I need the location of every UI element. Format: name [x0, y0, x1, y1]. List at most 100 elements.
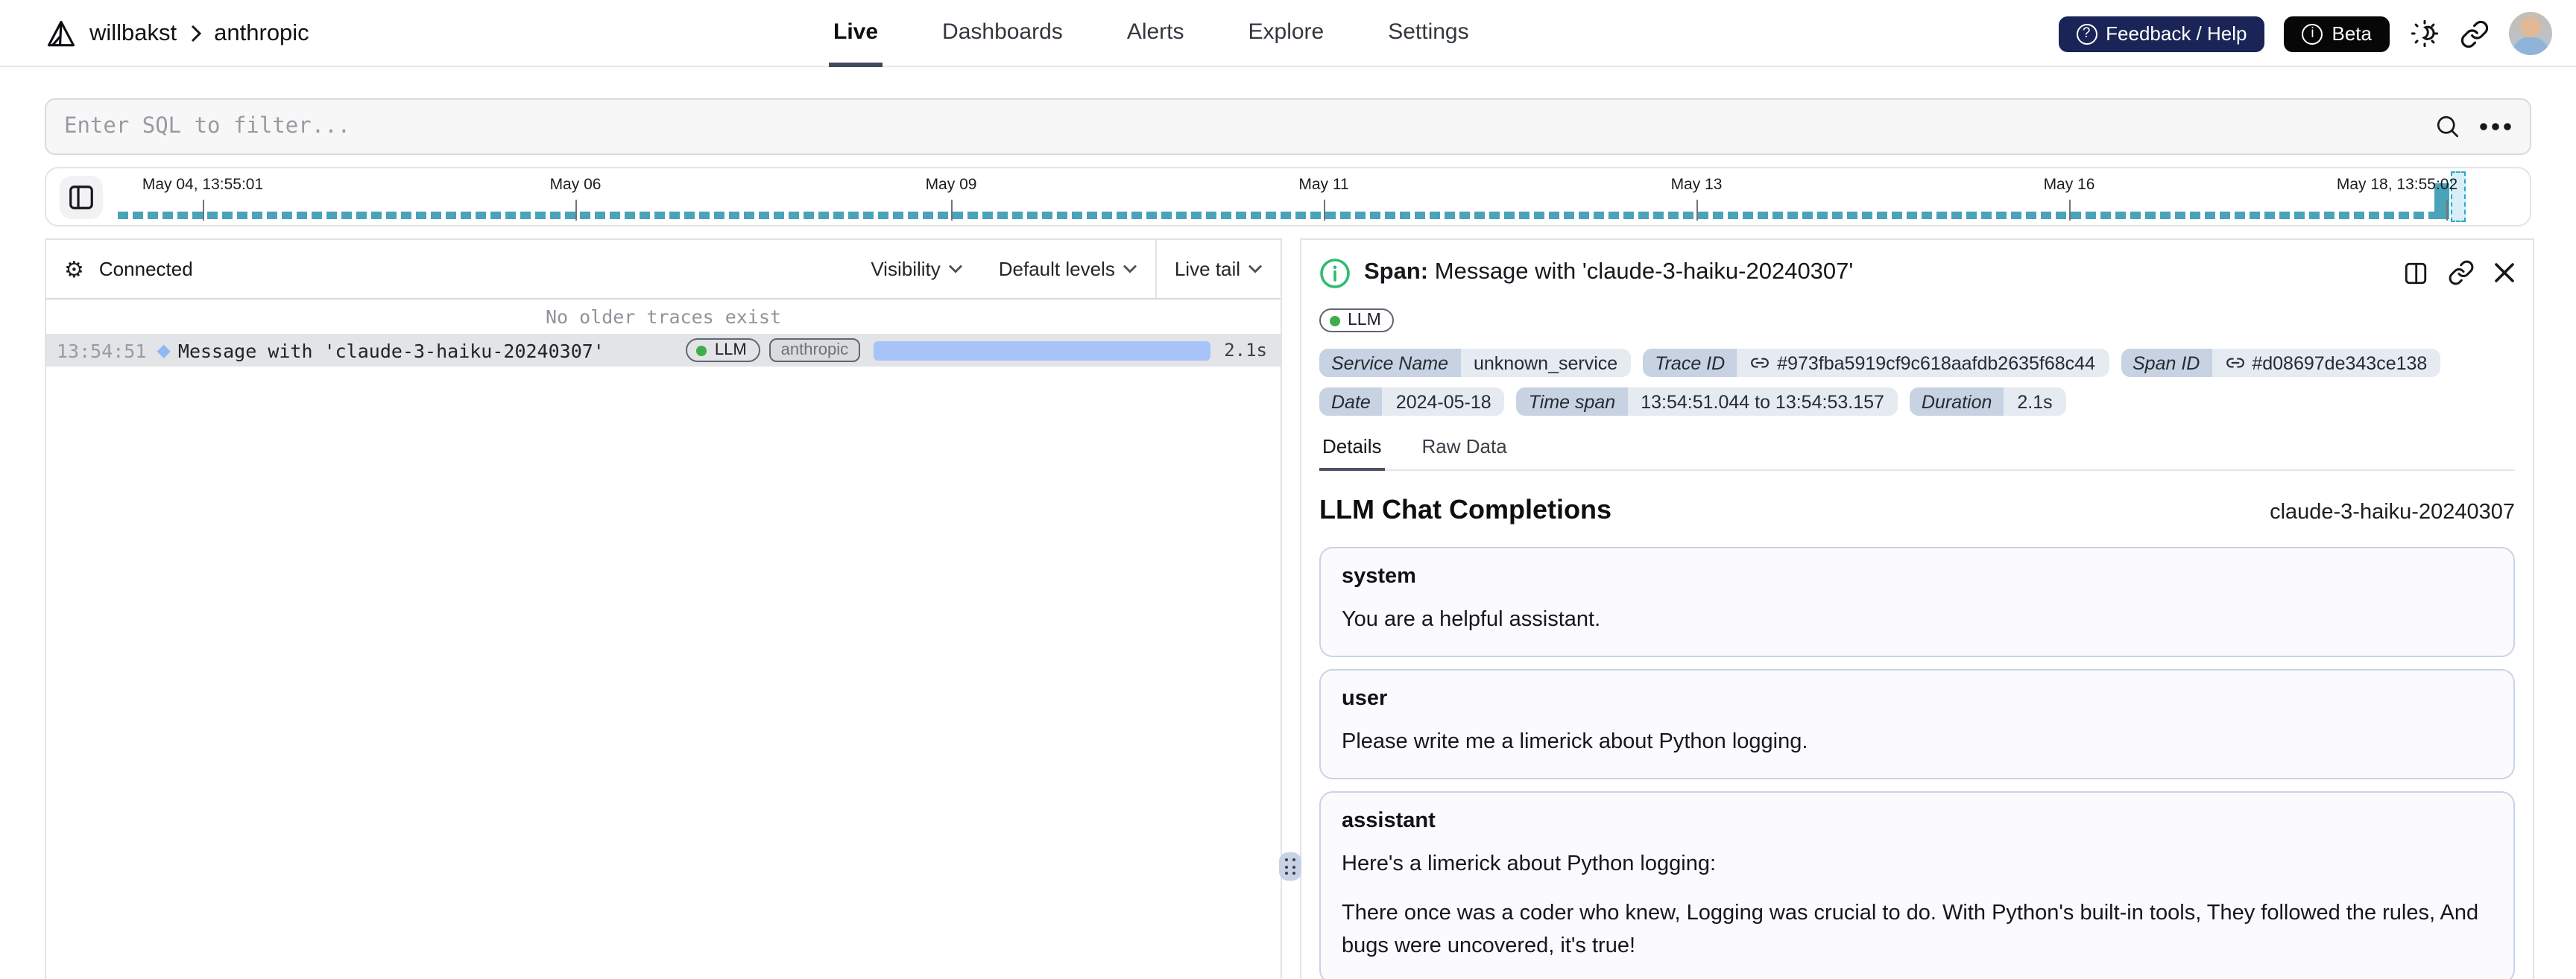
trace-row[interactable]: 13:54:51 ◆ Message with 'claude-3-haiku-… [46, 334, 1281, 367]
span-detail-panel: Span: Message with 'claude-3-haiku-20240… [1300, 238, 2534, 979]
logfire-logo-icon[interactable] [45, 17, 78, 50]
timeline-label: May 11 [1298, 176, 1349, 194]
timeline-tick [1696, 200, 1698, 221]
span-info-icon [1319, 257, 1351, 288]
chevron-down-icon [948, 264, 962, 273]
nav-tab-dashboards[interactable]: Dashboards [938, 0, 1067, 67]
beta-button[interactable]: i Beta [2284, 16, 2390, 51]
message-role: assistant [1342, 808, 1436, 832]
trace-duration-label: 2.1s [1224, 340, 1267, 361]
timeline-tick [2069, 200, 2071, 221]
sql-filter-bar[interactable]: Enter SQL to filter... [45, 98, 2531, 155]
model-name: claude-3-haiku-20240307 [2270, 501, 2515, 525]
green-dot-icon [696, 345, 707, 355]
timeline-label: May 18, 13:55:02 [2336, 176, 2458, 194]
live-tail-label: Live tail [1174, 258, 1240, 280]
breadcrumb: willbakst anthropic [45, 0, 309, 67]
meta-value: #973fba5919cf9c618aafdb2635f68c44 [1777, 352, 2095, 373]
chevron-down-icon [1123, 264, 1137, 273]
link-icon [2226, 358, 2244, 368]
message-text: Here's a limerick about Python logging: [1342, 852, 1717, 875]
breadcrumb-org[interactable]: willbakst [89, 20, 177, 47]
trace-list-header: ⚙ Connected Visibility Default levels Li… [46, 240, 1281, 300]
span-diamond-icon: ◆ [157, 340, 171, 361]
timeline-label: May 04, 13:55:01 [142, 176, 264, 194]
date-badge: Date 2024-05-18 [1319, 387, 1505, 416]
tab-raw-data[interactable]: Raw Data [1419, 435, 1510, 471]
span-title-text: Message with 'claude-3-haiku-20240307' [1434, 259, 1854, 285]
llm-tag: LLM [686, 338, 760, 362]
link-icon [1751, 358, 1770, 368]
app-window: willbakst anthropic Live Dashboards Aler… [0, 0, 2576, 979]
top-bar-actions: ? Feedback / Help i Beta [2058, 0, 2552, 67]
meta-value: 2024-05-18 [1382, 387, 1505, 416]
share-link-icon[interactable] [2460, 19, 2490, 48]
layout-panel-icon[interactable] [2403, 260, 2428, 285]
nav-tab-live[interactable]: Live [829, 0, 883, 67]
message-role: user [1342, 686, 1388, 711]
breadcrumb-chevron-icon [189, 24, 202, 43]
timeline-tick [2446, 200, 2448, 221]
feedback-help-button[interactable]: ? Feedback / Help [2058, 16, 2265, 51]
timeline-tick [203, 200, 204, 221]
nav-tab-settings[interactable]: Settings [1383, 0, 1473, 67]
trace-duration-bar[interactable] [874, 340, 1211, 360]
timeline-tick [575, 200, 577, 221]
visibility-label: Visibility [871, 258, 941, 280]
time-span-badge: Time span 13:54:51.044 to 13:54:53.157 [1516, 387, 1898, 416]
meta-key: Time span [1516, 387, 1628, 416]
more-options-icon[interactable] [2479, 122, 2512, 131]
tab-details[interactable]: Details [1319, 435, 1385, 471]
meta-key: Date [1319, 387, 1383, 416]
timeline-tick [1324, 200, 1325, 221]
copy-link-icon[interactable] [2448, 259, 2475, 286]
meta-key: Span ID [2121, 349, 2212, 377]
message-role: system [1342, 565, 1416, 589]
close-icon[interactable] [2494, 262, 2515, 283]
meta-key: Service Name [1319, 349, 1460, 377]
chevron-down-icon [1248, 264, 1262, 273]
meta-value: 13:54:51.044 to 13:54:53.157 [1627, 387, 1898, 416]
live-tail-dropdown[interactable]: Live tail [1157, 240, 1281, 298]
span-title: Span: Message with 'claude-3-haiku-20240… [1364, 259, 1853, 286]
message-card-system: system You are a helpful assistant. [1319, 547, 2515, 657]
user-avatar[interactable] [2509, 12, 2552, 55]
meta-value: unknown_service [1460, 349, 1632, 377]
default-levels-dropdown[interactable]: Default levels [981, 240, 1155, 298]
green-dot-icon [1330, 315, 1340, 326]
visibility-dropdown[interactable]: Visibility [853, 240, 980, 298]
default-levels-label: Default levels [998, 258, 1115, 280]
panel-resize-handle[interactable] [1279, 852, 1301, 881]
trace-id-badge[interactable]: Trace ID #973fba5919cf9c618aafdb2635f68c… [1643, 349, 2109, 377]
duration-badge: Duration 2.1s [1909, 387, 2066, 416]
section-title: LLM Chat Completions [1319, 495, 1611, 525]
grip-dots-icon [1285, 858, 1295, 875]
gear-icon[interactable]: ⚙ [64, 256, 84, 282]
main-nav: Live Dashboards Alerts Explore Settings [829, 0, 1474, 67]
llm-tag-label: LLM [714, 341, 747, 359]
message-card-assistant: assistant Here's a limerick about Python… [1319, 791, 2515, 979]
detail-tabs: Details Raw Data [1319, 435, 2515, 471]
nav-tab-explore[interactable]: Explore [1244, 0, 1329, 67]
breadcrumb-project[interactable]: anthropic [214, 20, 309, 47]
service-tag: anthropic [768, 338, 861, 362]
theme-toggle-icon[interactable] [2409, 18, 2440, 49]
timeline-histogram[interactable]: May 04, 13:55:01 May 06 May 09 May 11 Ma… [45, 167, 2531, 226]
sql-filter-placeholder: Enter SQL to filter... [64, 115, 351, 139]
span-llm-tag: LLM [1319, 308, 1395, 332]
span-id-badge[interactable]: Span ID #d08697de343ce138 [2121, 349, 2441, 377]
message-card-user: user Please write me a limerick about Py… [1319, 668, 2515, 779]
question-circle-icon: ? [2076, 23, 2097, 44]
span-meta-row-time: Date 2024-05-18 Time span 13:54:51.044 t… [1319, 387, 2515, 416]
message-text: Please write me a limerick about Python … [1342, 729, 1808, 754]
feedback-help-label: Feedback / Help [2106, 22, 2247, 45]
sidebar-toggle-icon[interactable] [60, 176, 103, 219]
nav-tab-alerts[interactable]: Alerts [1123, 0, 1189, 67]
info-circle-icon: i [2302, 23, 2323, 44]
llm-section-header: LLM Chat Completions claude-3-haiku-2024… [1319, 495, 2515, 526]
span-llm-tag-label: LLM [1348, 311, 1381, 329]
search-icon[interactable] [2434, 113, 2461, 140]
meta-key: Trace ID [1643, 349, 1737, 377]
trace-timestamp: 13:54:51 [57, 339, 147, 361]
timeline-label: May 16 [2043, 176, 2095, 194]
